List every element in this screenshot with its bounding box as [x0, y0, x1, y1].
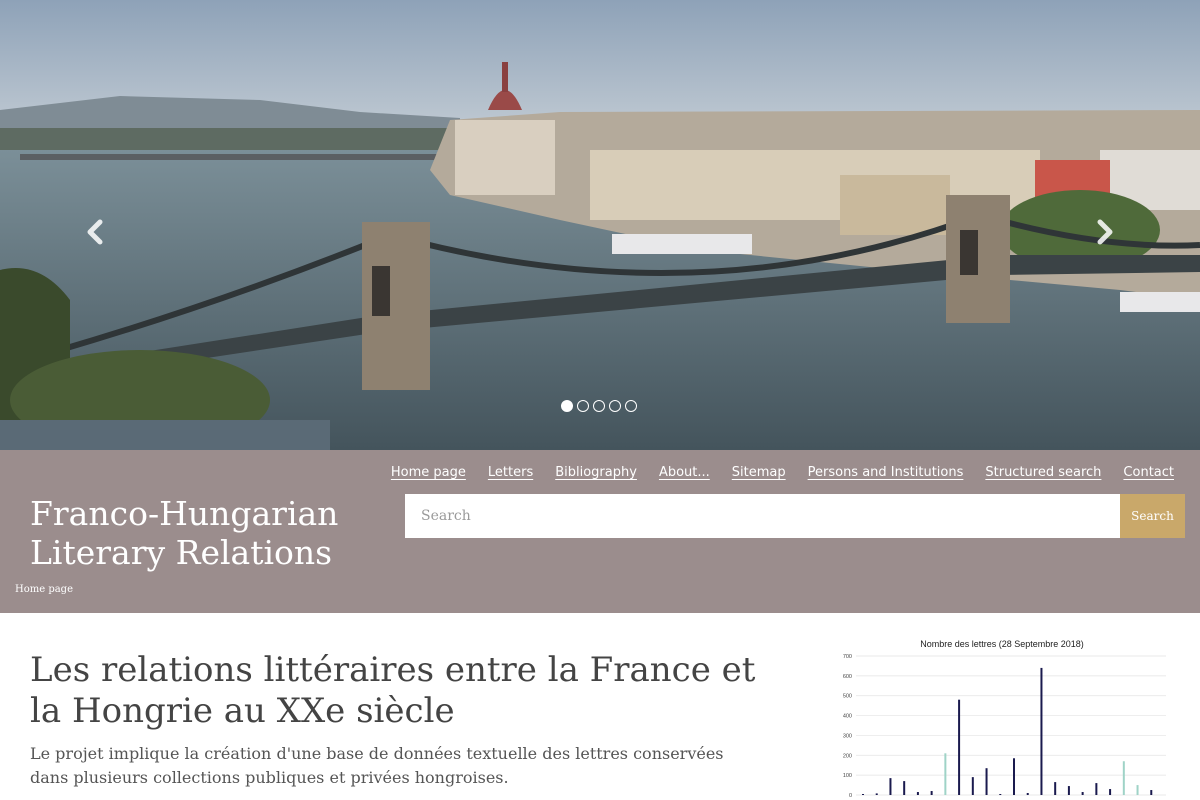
- y-tick-label: 200: [843, 753, 852, 759]
- y-tick-label: 300: [843, 733, 852, 739]
- search-button[interactable]: Search: [1120, 494, 1185, 538]
- chart-bar: [1054, 782, 1057, 795]
- nav-link-persons-institutions[interactable]: Persons and Institutions: [808, 465, 964, 480]
- carousel-indicator[interactable]: [593, 400, 605, 412]
- site-title[interactable]: Franco-Hungarian Literary Relations: [30, 494, 338, 572]
- nav-link-structured-search[interactable]: Structured search: [985, 465, 1101, 480]
- y-tick-label: 600: [843, 674, 852, 680]
- chart-bar: [1150, 790, 1153, 795]
- nav-link-bibliography[interactable]: Bibliography: [555, 465, 637, 480]
- hero-carousel: [0, 0, 1200, 450]
- chart-bar: [930, 791, 933, 795]
- chart-bar: [1026, 793, 1029, 795]
- chevron-right-icon: [1097, 219, 1113, 245]
- carousel-indicators: [561, 400, 637, 412]
- nav-link-sitemap[interactable]: Sitemap: [732, 465, 786, 480]
- y-tick-label: 100: [843, 773, 852, 779]
- chart-bar: [916, 792, 919, 795]
- chart-bar: [1122, 761, 1125, 795]
- chart-bar: [862, 794, 864, 795]
- chart-bar: [1136, 785, 1139, 795]
- chevron-left-icon: [87, 219, 103, 245]
- site-title-line2: Literary Relations: [30, 533, 333, 572]
- page-title: Les relations littéraires entre la Franc…: [30, 650, 756, 731]
- breadcrumb-current: Home page: [15, 584, 74, 595]
- breadcrumb: Home page: [15, 584, 73, 595]
- search-input[interactable]: [405, 494, 1120, 538]
- carousel-indicator[interactable]: [609, 400, 621, 412]
- chart-bar: [1067, 786, 1070, 795]
- carousel-indicator[interactable]: [561, 400, 573, 412]
- chart-bar: [1081, 792, 1084, 795]
- carousel-slide-image: [0, 0, 1200, 450]
- intro-paragraph: Le projet implique la création d'une bas…: [30, 744, 724, 787]
- chart-bar: [944, 753, 947, 795]
- chart-bar: [971, 777, 974, 795]
- search-form: Search: [405, 494, 1185, 538]
- nav-link-contact[interactable]: Contact: [1123, 465, 1174, 480]
- carousel-indicator[interactable]: [625, 400, 637, 412]
- chart-bar: [999, 794, 1002, 795]
- y-tick-label: 700: [843, 654, 852, 660]
- y-tick-label: 0: [849, 793, 852, 799]
- nav-link-letters[interactable]: Letters: [488, 465, 533, 480]
- chart-bar: [903, 781, 906, 795]
- chart-title: Nombre des lettres (28 Septembre 2018): [920, 639, 1084, 649]
- nav-link-home[interactable]: Home page: [391, 465, 466, 480]
- site-title-line1: Franco-Hungarian: [30, 494, 339, 533]
- carousel-indicator[interactable]: [577, 400, 589, 412]
- chart-bar: [1109, 789, 1112, 795]
- top-navigation: Home page Letters Bibliography About... …: [391, 465, 1174, 480]
- carousel-prev-button[interactable]: [74, 212, 114, 252]
- chart-bar: [1040, 667, 1043, 795]
- letters-bar-chart: Nombre des lettres (28 Septembre 2018) 0…: [843, 639, 1166, 799]
- chart-bar: [958, 699, 961, 795]
- y-tick-label: 400: [843, 714, 852, 720]
- nav-link-about[interactable]: About...: [659, 465, 710, 480]
- carousel-next-button[interactable]: [1086, 212, 1126, 252]
- chart-bar: [1013, 758, 1015, 795]
- y-tick-label: 500: [843, 694, 852, 700]
- chart-bar: [985, 768, 988, 795]
- chart-bar: [875, 793, 878, 795]
- chart-bar: [889, 778, 892, 795]
- letters-chart: Nombre des lettres (28 Septembre 2018) 0…: [832, 628, 1172, 800]
- chart-bar: [1095, 783, 1098, 795]
